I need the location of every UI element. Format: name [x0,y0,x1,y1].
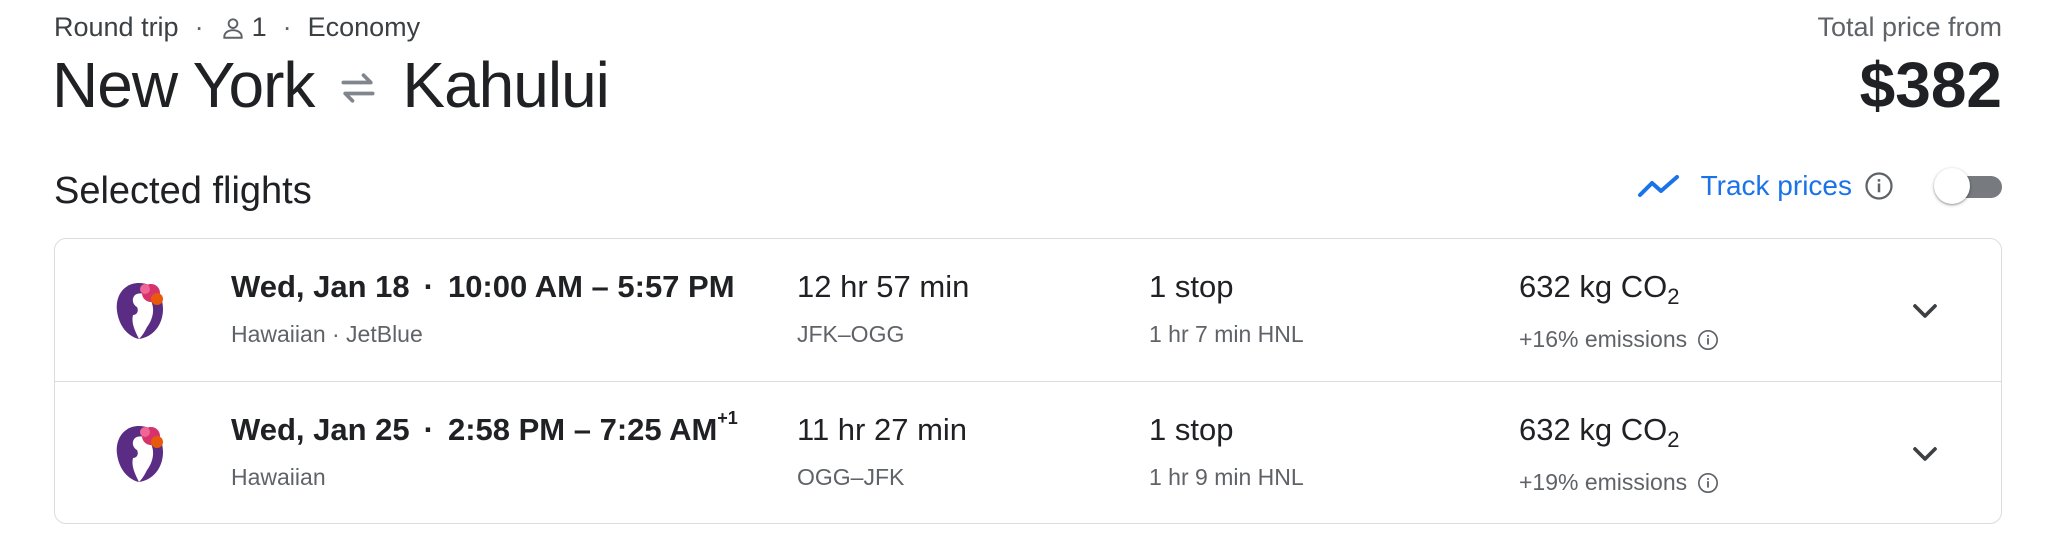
co2-value: 632 kg CO [1519,412,1668,447]
passenger-count: 1 [251,12,267,42]
flight-time-range: 10:00 AM – 5:57 PM [447,269,735,304]
trending-up-icon [1637,175,1679,197]
flight-stops-block: 1 stop 1 hr 7 min HNL [1149,269,1304,348]
emissions-label: +16% emissions [1519,326,1688,352]
cabin-class: Economy [307,12,421,42]
info-icon[interactable] [1697,329,1719,351]
hawaiian-airlines-logo [116,426,163,482]
selected-flights-card: Wed, Jan 18 · 10:00 AM – 5:57 PM Hawaiian … [54,238,2002,524]
swap-arrows-icon [341,73,375,103]
co2-subscript: 2 [1667,284,1680,309]
separator-dot: · [423,412,434,447]
trip-meta: Round trip · 1 · Economy [54,12,420,43]
flight-stops: 1 stop [1149,269,1234,304]
flight-layover: 1 hr 7 min HNL [1149,321,1304,347]
flight-layover: 1 hr 9 min HNL [1149,464,1304,490]
flight-times: Wed, Jan 18 · 10:00 AM – 5:57 PM Hawaiian … [231,269,735,348]
separator-dot: · [423,269,434,304]
track-prices[interactable]: Track prices [1637,168,2002,204]
flight-stops-block: 1 stop 1 hr 9 min HNL [1149,412,1304,491]
hawaiian-airlines-logo [116,283,163,339]
flight-date-time: Wed, Jan 25 · 2:58 PM – 7:25 AM+1 [231,408,738,448]
toggle-knob [1934,168,1970,204]
flight-date: Wed, Jan 18 [231,269,410,304]
flight-duration: 11 hr 27 min [797,412,968,447]
flight-emissions: +16% emissions [1519,326,1719,353]
flight-booking-summary: Round trip · 1 · Economy New York Kahulu… [0,0,2048,557]
separator-dot: · [194,12,204,42]
person-icon [222,17,243,39]
co2-value: 632 kg CO [1519,269,1668,304]
chevron-down-icon[interactable] [1905,434,1945,474]
emissions-label: +19% emissions [1519,469,1688,495]
flight-times: Wed, Jan 25 · 2:58 PM – 7:25 AM+1 Hawaiian [231,408,738,491]
selected-flights-title: Selected flights [54,170,312,212]
trip-type: Round trip [54,12,179,42]
flight-row-return[interactable]: Wed, Jan 25 · 2:58 PM – 7:25 AM+1 Hawaiian… [55,381,2001,523]
flight-route: JFK–OGG [797,321,905,347]
total-price: $382 [1859,49,2002,121]
flight-date-time: Wed, Jan 18 · 10:00 AM – 5:57 PM [231,269,735,305]
total-price-label: Total price from [1817,12,2002,42]
flight-airlines: Hawaiian · JetBlue [231,321,423,347]
track-prices-label[interactable]: Track prices [1701,170,1852,202]
flight-date: Wed, Jan 25 [231,412,410,447]
flight-route: OGG–JFK [797,464,905,490]
flight-co2: 632 kg CO2 [1519,269,1719,310]
info-icon[interactable] [1864,171,1894,201]
flight-time-range: 2:58 PM – 7:25 AM [447,412,718,447]
flight-stops: 1 stop [1149,412,1234,447]
flight-row-outbound[interactable]: Wed, Jan 18 · 10:00 AM – 5:57 PM Hawaiian … [55,239,2001,381]
flight-co2: 632 kg CO2 [1519,412,1719,453]
track-prices-toggle[interactable] [1934,168,2002,204]
info-icon[interactable] [1697,472,1719,494]
co2-subscript: 2 [1667,427,1680,452]
day-offset: +1 [717,408,738,428]
flight-duration-block: 12 hr 57 min JFK–OGG [797,269,969,348]
flight-duration-block: 11 hr 27 min OGG–JFK [797,412,967,491]
flight-emissions: +19% emissions [1519,469,1719,496]
separator-dot: · [282,12,292,42]
destination-city: Kahului [402,49,609,121]
route-title: New York Kahului [52,48,610,122]
flight-emissions-block: 632 kg CO2 +16% emissions [1519,269,1719,353]
flight-airlines: Hawaiian [231,464,326,490]
chevron-down-icon[interactable] [1905,291,1945,331]
flight-duration: 12 hr 57 min [797,269,970,304]
flight-emissions-block: 632 kg CO2 +19% emissions [1519,412,1719,496]
origin-city: New York [52,49,315,121]
